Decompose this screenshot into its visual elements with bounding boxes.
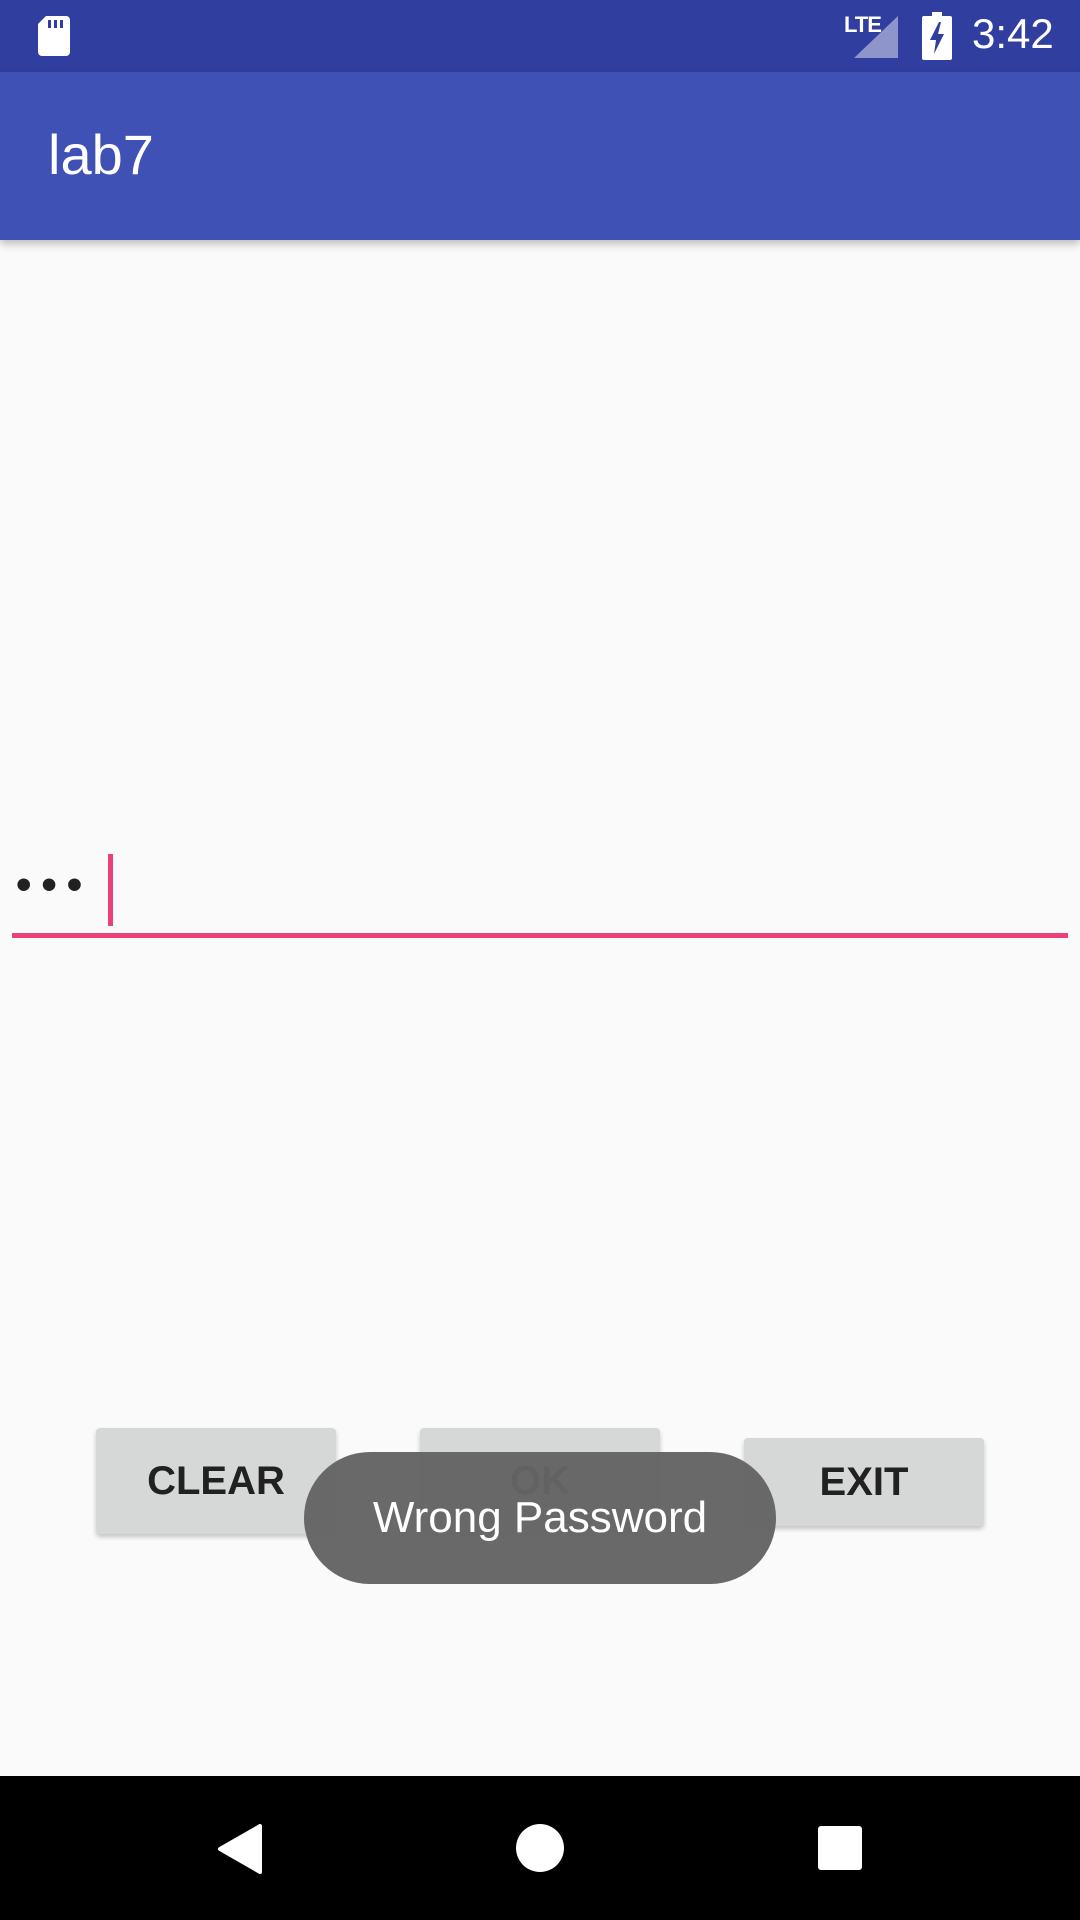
app-screen: LTE 3:42 lab7 ••• CLEAR OK EXIT Wrong Pa… bbox=[0, 0, 1080, 1920]
toast-message: Wrong Password bbox=[304, 1452, 776, 1584]
recents-icon[interactable] bbox=[818, 1826, 862, 1870]
password-masked-value: ••• bbox=[16, 860, 93, 909]
sd-card-icon bbox=[38, 16, 70, 56]
status-bar: LTE 3:42 bbox=[0, 0, 1080, 72]
clear-button[interactable]: CLEAR bbox=[96, 1428, 336, 1534]
clock: 3:42 bbox=[972, 10, 1054, 57]
home-icon[interactable] bbox=[516, 1824, 564, 1872]
back-icon[interactable] bbox=[216, 1824, 264, 1874]
signal-icon bbox=[854, 16, 898, 58]
navigation-bar bbox=[0, 1776, 1080, 1920]
password-field[interactable]: ••• bbox=[12, 840, 1068, 940]
app-title: lab7 bbox=[48, 123, 154, 186]
app-bar: lab7 bbox=[0, 72, 1080, 240]
text-cursor bbox=[108, 854, 113, 926]
field-underline bbox=[12, 933, 1068, 938]
exit-button[interactable]: EXIT bbox=[744, 1438, 984, 1526]
battery-charging-icon bbox=[922, 12, 952, 60]
